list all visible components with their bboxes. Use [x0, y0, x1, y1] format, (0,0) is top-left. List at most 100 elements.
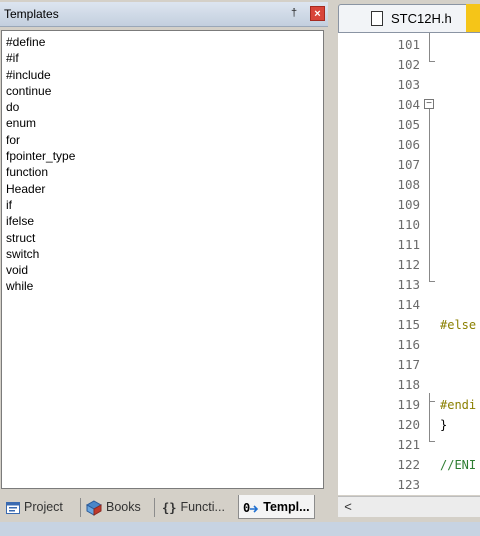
templates-panel: Templates † × #define #if #include continue…	[0, 0, 330, 536]
line-number: 123	[397, 477, 420, 492]
line-number: 121	[397, 437, 420, 452]
fold-tick	[429, 61, 435, 62]
file-icon	[371, 11, 383, 26]
template-item[interactable]: ifelse	[6, 213, 323, 229]
code-line[interactable]: 116	[338, 335, 480, 355]
pin-icon[interactable]: †	[287, 6, 301, 20]
template-item[interactable]: #include	[6, 67, 323, 83]
line-number: 110	[397, 217, 420, 232]
arrow-icon	[250, 505, 259, 513]
status-strip	[0, 522, 480, 536]
line-number: 106	[397, 137, 420, 152]
line-number: 117	[397, 357, 420, 372]
file-tab-label: STC12H.h	[391, 11, 452, 26]
project-icon	[6, 501, 20, 514]
code-line[interactable]: 121	[338, 435, 480, 455]
code-line[interactable]: 122 //ENI	[338, 455, 480, 475]
code-text: #else	[440, 318, 477, 332]
code-line[interactable]: 117	[338, 355, 480, 375]
code-line[interactable]: 106	[338, 135, 480, 155]
code-line[interactable]: 112	[338, 255, 480, 275]
template-item[interactable]: do	[6, 99, 323, 115]
code-line[interactable]: 113	[338, 275, 480, 295]
template-item[interactable]: if	[6, 197, 323, 213]
code-line[interactable]: 118	[338, 375, 480, 395]
fold-line	[429, 33, 430, 61]
code-area[interactable]: 101 102 103 104 105 106 107 108 109 110 111 112 113 1…	[338, 32, 480, 495]
tab-separator	[80, 498, 81, 517]
code-line[interactable]: 114	[338, 295, 480, 315]
code-text: #endi	[440, 398, 477, 412]
line-number: 105	[397, 117, 420, 132]
template-item[interactable]: function	[6, 164, 323, 180]
code-line[interactable]: 110	[338, 215, 480, 235]
line-number: 118	[397, 377, 420, 392]
template-item[interactable]: fpointer_type	[6, 148, 323, 164]
tab-separator	[154, 498, 155, 517]
code-line[interactable]: 102	[338, 55, 480, 75]
fold-tick	[429, 441, 435, 442]
tab-functions[interactable]: {} Functi...	[162, 495, 225, 519]
functions-icon: {}	[162, 500, 177, 515]
code-line[interactable]: 120}	[338, 415, 480, 435]
template-item[interactable]: #define	[6, 34, 323, 50]
line-number: 108	[397, 177, 420, 192]
file-tab[interactable]: STC12H.h	[338, 4, 470, 32]
template-item[interactable]: for	[6, 132, 323, 148]
templates-panel-title: Templates	[4, 7, 59, 21]
tab-project[interactable]: Project	[6, 495, 63, 519]
tab-templates[interactable]: 0 Templ...	[238, 495, 315, 519]
code-line[interactable]: 123	[338, 475, 480, 495]
line-number: 111	[397, 237, 420, 252]
template-item[interactable]: struct	[6, 230, 323, 246]
line-number: 101	[397, 37, 420, 52]
tab-books[interactable]: Books	[86, 495, 141, 519]
line-number: 104	[397, 97, 420, 112]
line-number: 112	[397, 257, 420, 272]
template-item[interactable]: continue	[6, 83, 323, 99]
templates-list: #define #if #include continue do enum for fpoin…	[1, 30, 324, 489]
fold-line	[429, 109, 430, 281]
code-line[interactable]: 119 #endi	[338, 395, 480, 415]
scroll-left-icon[interactable]: <	[340, 498, 356, 515]
template-item[interactable]: enum	[6, 115, 323, 131]
fold-tick	[429, 401, 435, 402]
templates-icon-glyph: 0	[243, 500, 251, 515]
next-tab-edge[interactable]	[466, 4, 480, 32]
tab-templates-label: Templ...	[263, 500, 310, 514]
code-line[interactable]: 105	[338, 115, 480, 135]
code-line[interactable]: 108	[338, 175, 480, 195]
template-item[interactable]: while	[6, 278, 323, 294]
line-number: 120	[397, 417, 420, 432]
template-item[interactable]: Header	[6, 181, 323, 197]
code-line[interactable]: 111	[338, 235, 480, 255]
code-line[interactable]: 107	[338, 155, 480, 175]
tab-books-label: Books	[106, 500, 141, 514]
code-line[interactable]: 109	[338, 195, 480, 215]
code-line[interactable]: 115 #else	[338, 315, 480, 335]
code-text: }	[440, 418, 448, 432]
line-number: 122	[397, 457, 420, 472]
close-panel-button[interactable]: ×	[310, 6, 325, 21]
line-number: 107	[397, 157, 420, 172]
code-line[interactable]: 104	[338, 95, 480, 115]
template-item[interactable]: #if	[6, 50, 323, 66]
line-number: 109	[397, 197, 420, 212]
line-number: 113	[397, 277, 420, 292]
line-number: 115	[397, 317, 420, 332]
template-item[interactable]: void	[6, 262, 323, 278]
code-editor: STC12H.h 101 102 103 104 105 106 107 108 109 110 1…	[332, 0, 480, 522]
template-item[interactable]: switch	[6, 246, 323, 262]
code-line[interactable]: 103	[338, 75, 480, 95]
horizontal-scrollbar[interactable]: <	[338, 496, 480, 517]
templates-icon: 0	[243, 496, 259, 520]
templates-panel-header: Templates † ×	[0, 2, 328, 27]
code-line[interactable]: 101	[338, 35, 480, 55]
fold-tick	[429, 281, 435, 282]
tab-functions-label: Functi...	[180, 500, 225, 514]
tab-project-label: Project	[24, 500, 63, 514]
fold-collapse-icon[interactable]: −	[424, 99, 434, 109]
line-number: 119	[397, 397, 420, 412]
panel-tab-bar: Project Books {} Functi... 0 Templ...	[0, 492, 330, 522]
line-number: 102	[397, 57, 420, 72]
